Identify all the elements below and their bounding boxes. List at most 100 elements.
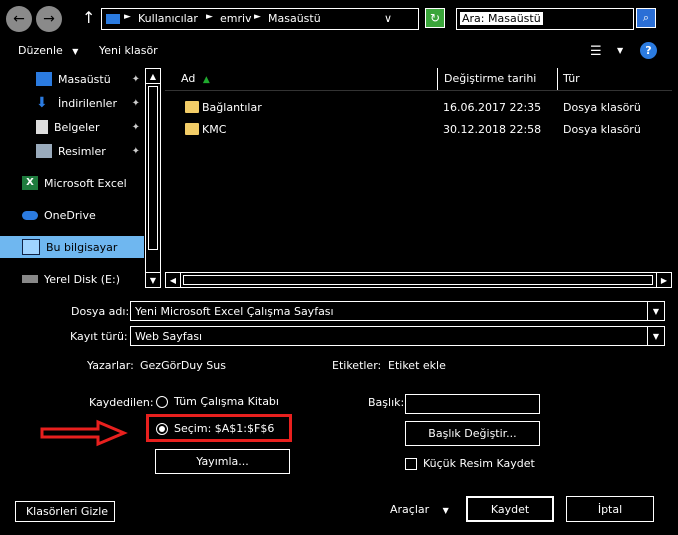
filename-field[interactable]: Yeni Microsoft Excel Çalışma Sayfası ▼	[130, 301, 665, 321]
tools-label: Araçlar	[390, 503, 430, 516]
back-button[interactable]: ←	[6, 6, 32, 32]
desktop-icon	[36, 72, 52, 86]
header-underline	[165, 90, 672, 91]
folder-icon	[185, 123, 199, 135]
up-button[interactable]: ↑	[82, 8, 95, 27]
scroll-up-button[interactable]: ▲	[145, 68, 161, 84]
search-placeholder: Ara: Masaüstü	[460, 12, 543, 25]
radio-workbook[interactable]: Tüm Çalışma Kitabı	[156, 395, 279, 408]
column-divider[interactable]	[437, 68, 438, 90]
chevron-down-icon[interactable]: ▼	[647, 302, 664, 320]
excel-icon: X	[22, 176, 38, 190]
address-bar[interactable]: ► Kullanıcılar ► emriv ► Masaüstü ∨	[101, 8, 419, 30]
filetype-label: Kayıt türü:	[70, 330, 128, 343]
scroll-left-button[interactable]: ◀	[165, 272, 181, 288]
pin-icon[interactable]: ✦	[132, 122, 140, 133]
caret-down-icon: ▼	[72, 47, 79, 56]
pictures-icon	[36, 144, 52, 158]
sidebar-item-downloads[interactable]: ⬇ İndirilenler ✦	[0, 92, 144, 114]
sidebar-item-desktop[interactable]: Masaüstü ✦	[0, 68, 144, 90]
authors-label: Yazarlar:	[87, 359, 134, 372]
help-button[interactable]: ?	[640, 42, 657, 59]
annotation-arrow	[40, 418, 130, 451]
tools-menu[interactable]: Araçlar ▼	[390, 503, 449, 516]
chevron-down-icon[interactable]: ∨	[384, 12, 392, 25]
scroll-thumb[interactable]	[148, 86, 158, 250]
breadcrumb-item-kullanicilar[interactable]: Kullanıcılar	[138, 12, 198, 25]
arrow-left-icon: ←	[13, 11, 25, 27]
refresh-icon: ↻	[429, 11, 441, 25]
cancel-button[interactable]: İptal	[566, 496, 654, 522]
filename-value: Yeni Microsoft Excel Çalışma Sayfası	[135, 305, 334, 318]
radio-unchecked-icon	[156, 395, 168, 408]
tags-label: Etiketler:	[332, 359, 382, 372]
search-button[interactable]: ⌕	[636, 8, 656, 28]
pin-icon[interactable]: ✦	[132, 74, 140, 85]
view-options-icon[interactable]: ☰	[590, 44, 602, 59]
breadcrumb-separator: ►	[206, 12, 213, 22]
sidebar-item-excel[interactable]: X Microsoft Excel	[0, 172, 130, 194]
radio-selection[interactable]: Seçim: $A$1:$F$6	[156, 422, 274, 435]
organize-label: Düzenle	[18, 44, 63, 57]
column-header-date[interactable]: Değiştirme tarihi	[444, 72, 536, 85]
authors-value[interactable]: GezGörDuy Sus	[140, 359, 226, 372]
desktop-icon	[106, 14, 120, 24]
column-header-name[interactable]: Ad ▲	[181, 72, 210, 85]
organize-menu[interactable]: Düzenle ▼	[18, 44, 78, 57]
file-name: Bağlantılar	[202, 101, 262, 114]
save-button[interactable]: Kaydet	[466, 496, 554, 522]
sidebar-item-this-pc[interactable]: Bu bilgisayar	[0, 236, 144, 258]
sidebar-item-label: Belgeler	[54, 120, 100, 134]
arrow-right-icon	[40, 419, 128, 447]
title-field[interactable]	[405, 394, 540, 414]
refresh-button[interactable]: ↻	[425, 8, 445, 28]
sidebar-item-drive-e[interactable]: Yerel Disk (E:)	[0, 268, 130, 290]
drive-icon	[22, 275, 38, 283]
folder-icon	[185, 101, 199, 113]
column-divider[interactable]	[557, 68, 558, 90]
breadcrumb-item-masaustu[interactable]: Masaüstü	[268, 12, 321, 25]
thumbnail-checkbox[interactable]: Küçük Resim Kaydet	[405, 457, 535, 470]
scroll-right-button[interactable]: ▶	[656, 272, 672, 288]
scroll-down-button[interactable]: ▼	[145, 272, 161, 288]
publish-button[interactable]: Yayımla...	[155, 449, 290, 474]
table-row[interactable]: KMC 30.12.2018 22:58 Dosya klasörü	[165, 120, 655, 138]
sidebar-item-label: İndirilenler	[58, 96, 117, 110]
horizontal-scroll-thumb[interactable]	[183, 275, 653, 285]
hide-folders-label: Klasörleri Gizle	[25, 505, 109, 518]
column-header-type[interactable]: Tür	[563, 72, 580, 85]
sidebar-item-label: Yerel Disk (E:)	[44, 272, 120, 286]
filetype-select[interactable]: Web Sayfası ▼	[130, 326, 665, 346]
radio-checked-icon	[156, 422, 168, 435]
radio-label: Tüm Çalışma Kitabı	[174, 395, 279, 408]
sidebar-item-onedrive[interactable]: OneDrive	[0, 204, 130, 226]
breadcrumb-separator: ►	[124, 12, 131, 22]
table-row[interactable]: Bağlantılar 16.06.2017 22:35 Dosya klasö…	[165, 98, 655, 116]
tags-value[interactable]: Etiket ekle	[388, 359, 446, 372]
change-title-button[interactable]: Başlık Değiştir...	[405, 421, 540, 446]
caret-down-icon: ▼	[442, 506, 449, 515]
sidebar-item-label: Resimler	[58, 144, 106, 158]
documents-icon	[36, 120, 48, 134]
pin-icon[interactable]: ✦	[132, 98, 140, 109]
forward-button[interactable]: →	[36, 6, 62, 32]
sidebar: Masaüstü ✦ ⬇ İndirilenler ✦ Belgeler ✦ R…	[0, 66, 162, 288]
pin-icon[interactable]: ✦	[132, 146, 140, 157]
file-type: Dosya klasörü	[563, 123, 641, 136]
sort-ascending-icon: ▲	[202, 75, 210, 85]
onedrive-icon	[22, 210, 38, 220]
breadcrumb-item-emriv[interactable]: emriv	[220, 12, 252, 25]
computer-icon	[22, 239, 40, 255]
view-dropdown-icon[interactable]: ▼	[617, 46, 623, 55]
arrow-right-icon: →	[43, 11, 55, 27]
search-input[interactable]: Ara: Masaüstü	[456, 8, 634, 30]
chevron-down-icon[interactable]: ▼	[647, 327, 664, 345]
file-date: 30.12.2018 22:58	[443, 123, 542, 136]
hide-folders-button[interactable]: Klasörleri Gizle	[15, 501, 115, 522]
new-folder-button[interactable]: Yeni klasör	[99, 44, 158, 57]
sidebar-item-pictures[interactable]: Resimler ✦	[0, 140, 144, 162]
column-label: Ad	[181, 72, 196, 85]
help-icon: ?	[645, 44, 652, 57]
download-icon: ⬇	[36, 95, 48, 111]
sidebar-item-documents[interactable]: Belgeler ✦	[0, 116, 144, 138]
